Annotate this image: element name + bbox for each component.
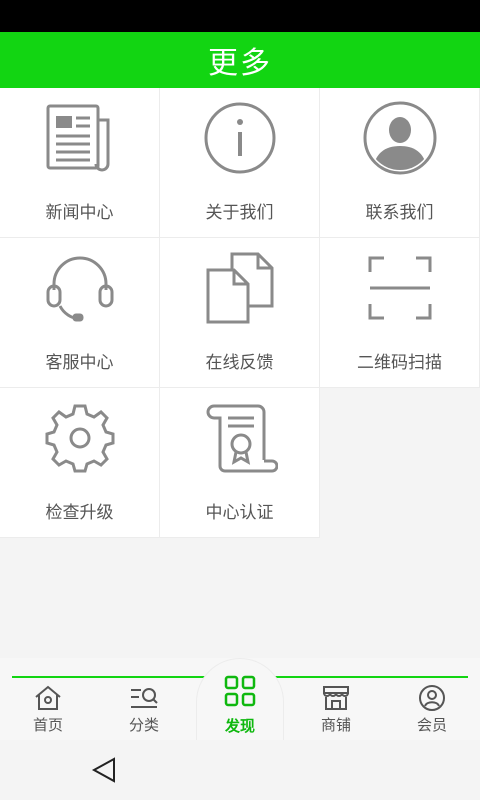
category-search-icon bbox=[129, 684, 159, 712]
grid-item-label: 检查升级 bbox=[45, 503, 114, 523]
home-icon bbox=[33, 684, 63, 712]
tab-member[interactable]: 会员 bbox=[384, 684, 480, 736]
gear-icon bbox=[42, 400, 118, 476]
grid-item-label: 关于我们 bbox=[205, 203, 274, 223]
system-nav-bar bbox=[0, 740, 480, 800]
tab-label: 发现 bbox=[224, 717, 255, 735]
grid-item-feedback[interactable]: 在线反馈 bbox=[160, 238, 320, 388]
app-header: 更多 bbox=[0, 32, 480, 88]
grid-item-qr-scan[interactable]: 二维码扫描 bbox=[320, 238, 480, 388]
tab-home[interactable]: 首页 bbox=[0, 684, 96, 736]
grid-item-label: 中心认证 bbox=[205, 503, 274, 523]
tab-category[interactable]: 分类 bbox=[96, 684, 192, 736]
newspaper-icon bbox=[42, 100, 118, 176]
bottom-tab-bar: 首页 分类 发现 商铺 会员 bbox=[0, 658, 480, 740]
tab-store[interactable]: 商铺 bbox=[288, 684, 384, 736]
page-title: 更多 bbox=[208, 46, 272, 81]
info-icon bbox=[202, 100, 278, 176]
scan-icon bbox=[362, 250, 438, 326]
grid-item-label: 客服中心 bbox=[45, 353, 114, 373]
tab-label: 商铺 bbox=[320, 716, 351, 734]
tab-discover[interactable]: 发现 bbox=[196, 658, 284, 740]
grid-item-about[interactable]: 关于我们 bbox=[160, 88, 320, 238]
tab-label: 会员 bbox=[416, 716, 447, 734]
grid-item-check-update[interactable]: 检查升级 bbox=[0, 388, 160, 538]
grid-item-news[interactable]: 新闻中心 bbox=[0, 88, 160, 238]
grid-item-label: 联系我们 bbox=[365, 203, 434, 223]
person-icon bbox=[362, 100, 438, 176]
grid-item-label: 二维码扫描 bbox=[357, 353, 442, 373]
tab-label: 分类 bbox=[128, 716, 159, 734]
certificate-scroll-icon bbox=[202, 400, 278, 476]
status-bar bbox=[0, 0, 480, 32]
headset-icon bbox=[42, 250, 118, 326]
user-circle-icon bbox=[417, 684, 447, 712]
grid-item-contact[interactable]: 联系我们 bbox=[320, 88, 480, 238]
grid-item-label: 在线反馈 bbox=[205, 353, 274, 373]
back-triangle-icon bbox=[91, 757, 115, 783]
grid-item-label: 新闻中心 bbox=[45, 203, 114, 223]
grid-item-certification[interactable]: 中心认证 bbox=[160, 388, 320, 538]
grid-item-customer-service[interactable]: 客服中心 bbox=[0, 238, 160, 388]
documents-icon bbox=[202, 250, 278, 326]
grid-icon bbox=[222, 673, 258, 709]
store-icon bbox=[321, 684, 351, 712]
tab-label: 首页 bbox=[32, 716, 63, 734]
back-button[interactable] bbox=[84, 750, 124, 790]
